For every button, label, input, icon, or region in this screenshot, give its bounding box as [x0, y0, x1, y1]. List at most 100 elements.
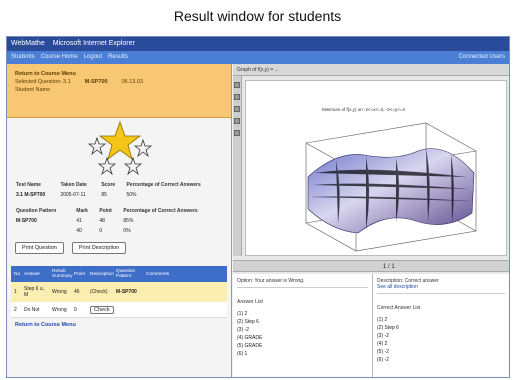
question-code: M-SP700: [84, 79, 108, 85]
nav-item-logout[interactable]: Logout: [84, 51, 102, 64]
test-name-value: 3.1 M-SP700: [16, 192, 46, 198]
pattern-value: M-SP700: [116, 289, 137, 295]
list-item: (2) Step 6: [237, 319, 259, 325]
print-button-row: Print Question Print Description: [7, 236, 231, 260]
table-row[interactable]: 1 Step 6 u, M Wrong 46 (Check) M-SP700: [11, 282, 227, 302]
table-row: 3.1 M-SP700 2005-07-11 85 50%: [13, 190, 225, 200]
col-question-pattern: Question Pattern: [116, 269, 136, 279]
nav-item-course-home[interactable]: Course Home: [41, 51, 78, 64]
test-summary-table: Test Name Taken Date Score Percentage of…: [13, 180, 225, 200]
check-button[interactable]: Check: [90, 305, 114, 314]
table-row: 40 0 0%: [13, 226, 225, 236]
print-description-button[interactable]: Print Description: [71, 242, 127, 254]
answer-comparison-panel: Option: Your answer is Wrong. Answer Lis…: [233, 274, 509, 377]
your-answers-column: Option: Your answer is Wrong. Answer Lis…: [233, 274, 373, 377]
percentage-value: 0%: [123, 228, 131, 234]
col-question-pattern: Question Pattern: [16, 208, 57, 214]
col-point: Point: [74, 271, 85, 277]
answer-value: Step 6 u, M: [24, 286, 45, 298]
description-header: Description: Correct answer See all desc…: [377, 278, 505, 294]
col-test-name: Test Name: [16, 182, 41, 188]
col-percentage: Percentage of Correct Answers: [123, 208, 198, 214]
pan-tool-icon[interactable]: [234, 106, 240, 112]
mark-value: 41: [76, 218, 82, 224]
plot-legend: Minimum of f(x,y) on -2<=x<=2, -2<=y<=2: [322, 107, 406, 112]
connected-users-link[interactable]: Connected Users: [459, 51, 509, 64]
pattern-value: [13, 226, 73, 236]
percentage-value: 85%: [123, 218, 134, 224]
correct-answers-column: Description: Correct answer See all desc…: [373, 274, 509, 377]
figure-caption: Result window for students: [173, 8, 342, 24]
list-item: (5) GRADE: [237, 343, 263, 349]
col-taken-date: Taken Date: [60, 182, 87, 188]
return-to-menu-link[interactable]: Return to Course Menu: [15, 70, 223, 78]
selected-question-label: Selected Question: 3.1: [15, 79, 71, 85]
col-description: Description: [90, 271, 114, 277]
description-link[interactable]: (Check): [87, 289, 113, 295]
selection-info-panel: Return to Course Menu Selected Question:…: [7, 64, 231, 118]
nav-bar: Students Course Home Logout Results Conn…: [7, 51, 509, 64]
browser-window: WebMathe Microsoft Internet Explorer Stu…: [6, 36, 510, 378]
surface-plot-svg: Minimum of f(x,y) on -2<=x<=2, -2<=y<=2: [305, 107, 477, 252]
zoom-tool-icon[interactable]: [234, 82, 240, 88]
mark-value: 40: [76, 228, 82, 234]
results-table-header: No Answer Result Summary Point Descripti…: [11, 266, 227, 282]
window-title-bar: WebMathe Microsoft Internet Explorer: [7, 37, 509, 51]
surface-plot[interactable]: Minimum of f(x,y) on -2<=x<=2, -2<=y<=2: [245, 80, 507, 256]
star-rating-graphic: [7, 118, 231, 180]
list-item: (6) -2: [377, 357, 389, 363]
result-value: Wrong: [52, 289, 67, 295]
result-panel: Return to Course Menu Selected Question:…: [7, 64, 232, 377]
answer-list-title: Answer List: [237, 299, 263, 305]
bottom-return-link[interactable]: Return to Course Menu: [7, 318, 231, 332]
col-percentage: Percentage of Correct Answers: [126, 182, 201, 188]
option-header: Option: Your answer is Wrong.: [237, 278, 368, 288]
print-question-button[interactable]: Print Question: [15, 242, 64, 254]
row-number: 2: [14, 306, 17, 313]
table-row[interactable]: 2 Do Not Wrong 0 Check: [11, 302, 227, 318]
answer-list: Answer List (1) 2 (2) Step 6 (3) -2 (4) …: [237, 298, 368, 358]
list-item: (6) 1: [237, 351, 248, 357]
col-result-summary: Result Summary: [52, 269, 73, 279]
nav-item-students[interactable]: Students: [11, 51, 35, 64]
app-subtitle: Microsoft Internet Explorer: [52, 40, 135, 47]
app-title: WebMathe: [11, 40, 45, 47]
point-value: 0: [99, 228, 103, 234]
percentage-value: 50%: [126, 192, 137, 198]
result-value: Wrong: [52, 306, 67, 313]
col-score: Score: [101, 182, 116, 188]
see-description-link[interactable]: See all description: [377, 284, 418, 290]
score-value: 85: [101, 192, 107, 198]
page-nav-bar: 1 / 1: [233, 260, 509, 272]
point-value: 46: [74, 289, 80, 295]
rotate-tool-icon[interactable]: [234, 94, 240, 100]
point-value: 0: [74, 306, 77, 313]
graph-pane: Graph of f(x,y) = ... Minimum of f(x,y) …: [233, 64, 509, 377]
col-point: Point: [99, 208, 112, 214]
list-item: (1) 2: [237, 311, 248, 317]
correct-answer-list: Correct Answer List (1) 2 (2) Step 6 (3)…: [377, 304, 505, 364]
list-item: (3) -2: [237, 327, 249, 333]
answer-value: Do Not: [24, 306, 40, 313]
page-indicator: 1 / 1: [383, 264, 395, 270]
list-item: (4) 2: [377, 341, 388, 347]
surface-mesh: [307, 148, 475, 234]
star-cluster-icon: [87, 120, 153, 176]
graph-toolbar: Graph of f(x,y) = ...: [233, 64, 509, 76]
select-tool-icon[interactable]: [234, 118, 240, 124]
question-summary-table: Question Pattern Mark Point Percentage o…: [13, 206, 225, 236]
point-value: 48: [99, 218, 105, 224]
student-name-label: Student Name: [15, 87, 51, 93]
list-item: (3) -2: [377, 333, 389, 339]
list-item: (1) 2: [377, 317, 388, 323]
list-item: (5) -2: [377, 349, 389, 355]
print-tool-icon[interactable]: [234, 130, 240, 136]
col-comments: Comments: [146, 271, 170, 277]
question-date: 06.13.03: [121, 79, 144, 85]
taken-date-value: 2005-07-11: [60, 192, 86, 198]
correct-list-title: Correct Answer List: [377, 305, 421, 311]
nav-item-results[interactable]: Results: [108, 51, 128, 64]
col-answer: Answer: [24, 271, 40, 277]
col-mark: Mark: [76, 208, 88, 214]
check-button-cell: Check: [87, 305, 114, 314]
